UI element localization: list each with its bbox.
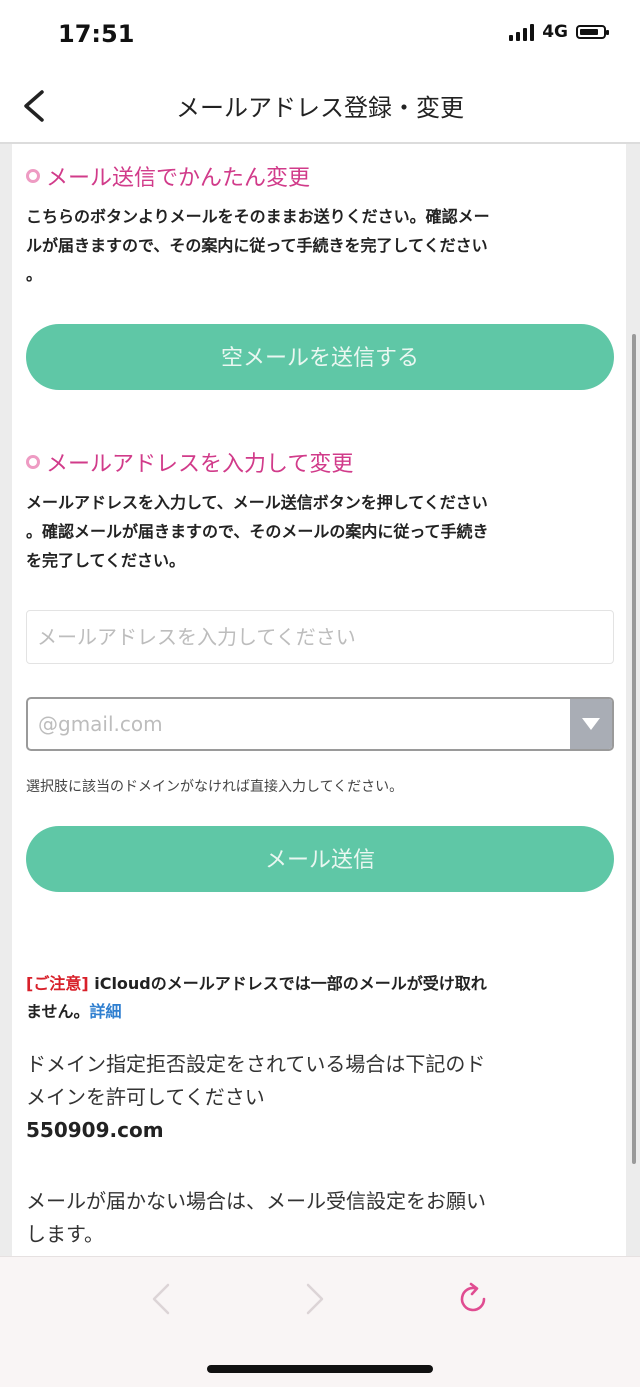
desc-line: ルが届きますので、その案内に従って手続きを完了してください: [26, 236, 488, 255]
section-description: こちらのボタンよりメールをそのままお送りください。確認メー ルが届きますので、そ…: [26, 202, 616, 289]
section-heading-send-mail: メール送信でかんたん変更: [26, 160, 310, 192]
send-mail-button[interactable]: メール送信: [26, 826, 614, 892]
notice-tag: [ご注意]: [26, 974, 89, 993]
allowed-domain: 550909.com: [26, 1118, 164, 1142]
desc-line: を完了してください。: [26, 551, 186, 570]
desc-line: 。確認メールが届きますので、そのメールの案内に従って手続き: [26, 522, 489, 541]
desc-line: メールアドレスを入力して、メール送信ボタンを押してください: [26, 493, 488, 512]
notice-text: ません。: [26, 1002, 90, 1021]
mail-settings-info: メールが届かない場合は、メール受信設定をお願い します。: [26, 1185, 614, 1251]
circle-mark-icon: [26, 169, 40, 183]
domain-permission-info: ドメイン指定拒否設定をされている場合は下記のド メインを許可してください 550…: [26, 1048, 614, 1147]
section-description: メールアドレスを入力して、メール送信ボタンを押してください 。確認メールが届きま…: [26, 488, 616, 575]
info-line: します。: [26, 1222, 104, 1246]
info-line: メールが届かない場合は、メール受信設定をお願い: [26, 1189, 486, 1213]
status-time: 17:51: [58, 20, 135, 48]
page-title: メールアドレス登録・変更: [176, 94, 464, 122]
section-heading-text: メール送信でかんたん変更: [46, 166, 311, 191]
content-frame: メール送信でかんたん変更 こちらのボタンよりメールをそのままお送りください。確認…: [0, 144, 640, 1256]
signal-icon: [509, 23, 535, 41]
domain-value: @gmail.com: [38, 712, 163, 736]
network-type: 4G: [542, 22, 568, 42]
reload-icon[interactable]: [454, 1279, 494, 1319]
send-empty-mail-button[interactable]: 空メールを送信する: [26, 324, 614, 390]
desc-line: こちらのボタンよりメールをそのままお送りください。確認メー: [26, 207, 490, 226]
notice-text: iCloudのメールアドレスでは一部のメールが受け取れ: [88, 974, 487, 993]
circle-mark-icon: [26, 455, 40, 469]
browser-back-icon[interactable]: [142, 1279, 182, 1319]
home-indicator[interactable]: [207, 1365, 433, 1373]
icloud-notice: [ご注意] iCloudのメールアドレスでは一部のメールが受け取れ ません。詳細: [26, 970, 614, 1026]
notice-line: ません。詳細: [26, 998, 614, 1026]
section-heading-input-email: メールアドレスを入力して変更: [26, 446, 353, 478]
status-bar: 17:51 4G: [0, 0, 640, 70]
domain-select[interactable]: @gmail.com: [26, 697, 614, 751]
battery-icon: [576, 25, 609, 39]
scrollbar[interactable]: [632, 334, 636, 1164]
desc-line: 。: [26, 265, 43, 284]
browser-forward-icon[interactable]: [294, 1279, 334, 1319]
dropdown-toggle[interactable]: [570, 699, 612, 749]
info-line: ドメイン指定拒否設定をされている場合は下記のド: [26, 1052, 486, 1076]
content-panel: メール送信でかんたん変更 こちらのボタンよりメールをそのままお送りください。確認…: [12, 144, 626, 1256]
nav-bar: メールアドレス登録・変更: [0, 70, 640, 144]
info-line: メインを許可してください: [26, 1085, 265, 1109]
status-indicators: 4G: [509, 22, 609, 42]
notice-line: [ご注意] iCloudのメールアドレスでは一部のメールが受け取れ: [26, 970, 614, 998]
section-heading-text: メールアドレスを入力して変更: [46, 452, 354, 477]
detail-link[interactable]: 詳細: [90, 1002, 122, 1021]
email-input[interactable]: メールアドレスを入力してください: [26, 610, 614, 664]
domain-hint: 選択肢に該当のドメインがなければ直接入力してください。: [26, 779, 404, 795]
browser-toolbar: [0, 1256, 640, 1387]
triangle-down-icon: [582, 718, 600, 730]
